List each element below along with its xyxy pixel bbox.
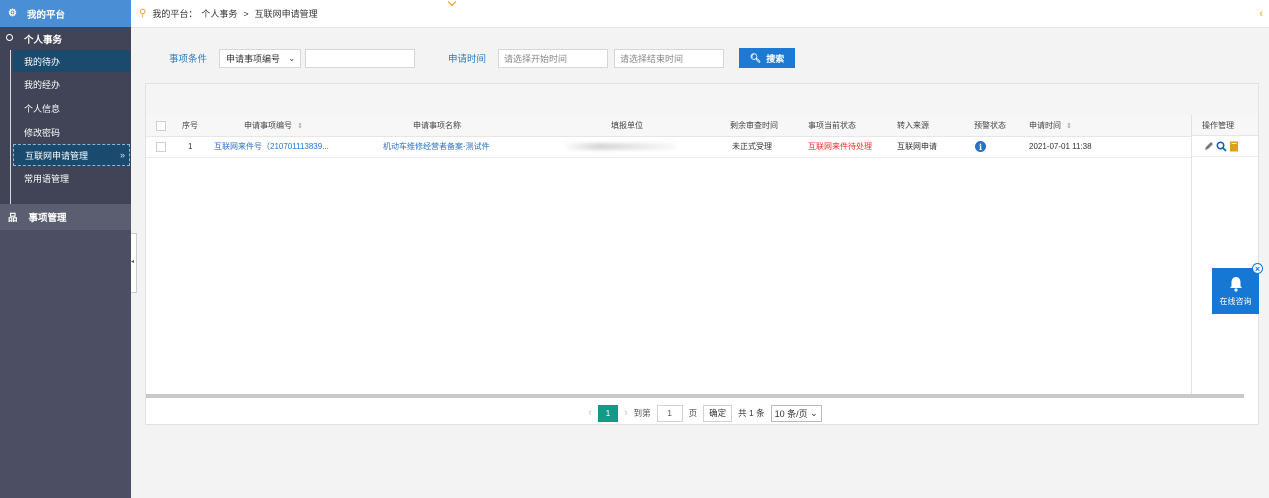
header-remaining: 剩余审查时间 <box>730 121 778 130</box>
collapse-arrow-icon: ◂ <box>131 259 135 265</box>
header-warning: 预警状态 <box>974 121 1006 130</box>
online-consult-widget[interactable]: × 在线咨询 <box>1212 263 1263 314</box>
sidebar-item-my-todo[interactable]: 我的待办 <box>13 50 130 72</box>
location-pin-icon: ⚲ <box>139 8 147 19</box>
header-unit: 填报单位 <box>611 121 643 130</box>
view-search-icon[interactable] <box>1216 140 1227 152</box>
row-source: 互联网申请 <box>897 142 937 151</box>
row-code-link[interactable]: 互联网来件号（210701113839... <box>214 141 329 152</box>
sidebar-collapse-handle[interactable]: ◂ <box>131 233 137 293</box>
close-icon[interactable]: × <box>1252 263 1263 274</box>
row-ops <box>1191 136 1258 157</box>
info-icon[interactable]: i <box>975 141 986 152</box>
row-remaining: 未正式受理 <box>732 142 772 151</box>
breadcrumb-level1[interactable]: 个人事务 <box>201 7 237 20</box>
results-panel: 序号 申请事项编号 ⇕ 申请事项名称 填报单位 剩余审查时间 事项当前状态 转入来… <box>145 83 1259 425</box>
row-status: 互联网来件待处理 <box>808 142 872 151</box>
header-source: 转入来源 <box>897 121 929 130</box>
condition-input[interactable] <box>305 48 416 68</box>
sort-icon[interactable]: ⇕ <box>1066 123 1072 130</box>
ops-column-divider <box>1191 157 1192 397</box>
document-book-icon[interactable] <box>1229 141 1239 152</box>
sidebar-item-label: 我的待办 <box>24 56 61 67</box>
pagination: ‹ 1 › 到第 1 页 确定 共 1 条 10 条/页 ⌄ <box>146 402 1258 424</box>
header-code-label: 申请事项编号 <box>244 121 292 130</box>
breadcrumb: ⚲ 我的平台： 个人事务 > 互联网申请管理 ‹ <box>131 0 1269 28</box>
condition-label: 事项条件 <box>169 54 208 65</box>
gear-icon: ⚙ <box>8 8 17 19</box>
select-all-checkbox[interactable] <box>156 120 166 131</box>
total-count: 共 1 条 <box>738 408 765 418</box>
page-unit-label: 页 <box>688 408 698 418</box>
time-label: 申请时间 <box>448 54 487 65</box>
sidebar-item-label: 我的经办 <box>24 79 61 90</box>
goto-label: 到第 <box>633 408 651 418</box>
sidebar: ⚙ 我的平台 个人事务 我的待办 我的经办 个人信息 修改密码 互联网申请管理 … <box>0 0 131 498</box>
prev-page-icon[interactable]: ‹ <box>588 407 592 419</box>
sidebar-item-label: 互联网申请管理 <box>25 150 89 161</box>
goto-page-input[interactable]: 1 <box>656 404 683 422</box>
horizontal-scrollbar[interactable] <box>146 394 1244 398</box>
table-row[interactable]: 1 互联网来件号（210701113839... 机动车维修经营者备案-测试件 … <box>146 136 1191 158</box>
row-checkbox[interactable] <box>156 141 166 152</box>
platform-title: 我的平台 <box>26 9 65 21</box>
sidebar-group-matters[interactable]: 品 事项管理 <box>0 204 131 230</box>
online-consult-label: 在线咨询 <box>1219 297 1252 306</box>
breadcrumb-separator: > <box>243 8 249 19</box>
breadcrumb-level2: 互联网申请管理 <box>254 9 318 19</box>
table-header: 序号 申请事项编号 ⇕ 申请事项名称 填报单位 剩余审查时间 事项当前状态 转入来… <box>146 115 1191 137</box>
row-name-link[interactable]: 机动车维修经营者备案-测试件 <box>383 141 490 152</box>
chevron-down-icon: ⌄ <box>810 407 818 418</box>
group-dot-icon <box>6 34 13 41</box>
search-button[interactable]: 🔍︎ 搜索 <box>739 48 796 68</box>
sidebar-item-phrases[interactable]: 常用语管理 <box>0 166 131 190</box>
platform-header[interactable]: ⚙ 我的平台 <box>0 0 131 27</box>
page-1-button[interactable]: 1 <box>597 404 618 422</box>
end-time-input[interactable]: 请选择结束时间 <box>614 48 725 68</box>
row-time: 2021-07-01 11:38 <box>1029 142 1092 151</box>
sidebar-item-label: 修改密码 <box>24 127 61 138</box>
sidebar-item-my-handled[interactable]: 我的经办 <box>0 72 131 96</box>
header-time[interactable]: 申请时间 ⇕ <box>1029 120 1072 131</box>
header-code[interactable]: 申请事项编号 ⇕ <box>244 120 303 131</box>
page-size-value: 10 条/页 <box>774 408 808 419</box>
sidebar-group-title: 事项管理 <box>28 213 67 224</box>
row-unit-redacted <box>566 143 676 150</box>
sidebar-item-label: 个人信息 <box>24 103 61 114</box>
header-ops: 操作管理 <box>1191 115 1258 136</box>
back-chevron-icon[interactable]: ‹ <box>1259 8 1263 20</box>
edit-pencil-icon[interactable] <box>1204 141 1214 151</box>
chevron-down-icon: ⌄ <box>288 53 296 63</box>
sidebar-group-personal: 个人事务 我的待办 我的经办 个人信息 修改密码 互联网申请管理 » 常用语管理 <box>0 27 131 204</box>
condition-select[interactable]: 申请事项编号 ⌄ <box>219 48 302 68</box>
sidebar-item-change-password[interactable]: 修改密码 <box>0 120 131 144</box>
sidebar-group-header[interactable]: 个人事务 <box>0 27 131 50</box>
page-size-select[interactable]: 10 条/页 ⌄ <box>770 404 822 422</box>
sidebar-item-internet-application[interactable]: 互联网申请管理 » <box>13 144 130 166</box>
header-name: 申请事项名称 <box>413 121 461 130</box>
sort-icon[interactable]: ⇕ <box>297 123 303 130</box>
condition-select-value: 申请事项编号 <box>226 53 281 64</box>
header-index: 序号 <box>182 121 198 130</box>
header-time-label: 申请时间 <box>1029 121 1061 130</box>
search-button-label: 搜索 <box>766 53 785 64</box>
search-bar: 事项条件 申请事项编号 ⌄ 申请时间 请选择开始时间 请选择结束时间 🔍︎ 搜索 <box>145 41 1259 75</box>
search-icon: 🔍︎ <box>749 52 762 63</box>
double-chevron-right-icon: » <box>119 150 125 160</box>
sidebar-group-title: 个人事务 <box>24 34 63 46</box>
sitemap-icon: 品 <box>8 213 18 224</box>
bell-icon <box>1229 277 1242 292</box>
row-index: 1 <box>188 142 193 151</box>
next-page-icon[interactable]: › <box>624 407 628 419</box>
table-toolbar <box>146 84 1258 116</box>
header-status: 事项当前状态 <box>808 121 856 130</box>
sidebar-item-personal-info[interactable]: 个人信息 <box>0 96 131 120</box>
breadcrumb-root: 我的平台： <box>152 9 198 19</box>
goto-confirm-button[interactable]: 确定 <box>703 404 733 422</box>
start-time-input[interactable]: 请选择开始时间 <box>498 48 609 68</box>
sidebar-item-label: 常用语管理 <box>24 173 70 184</box>
